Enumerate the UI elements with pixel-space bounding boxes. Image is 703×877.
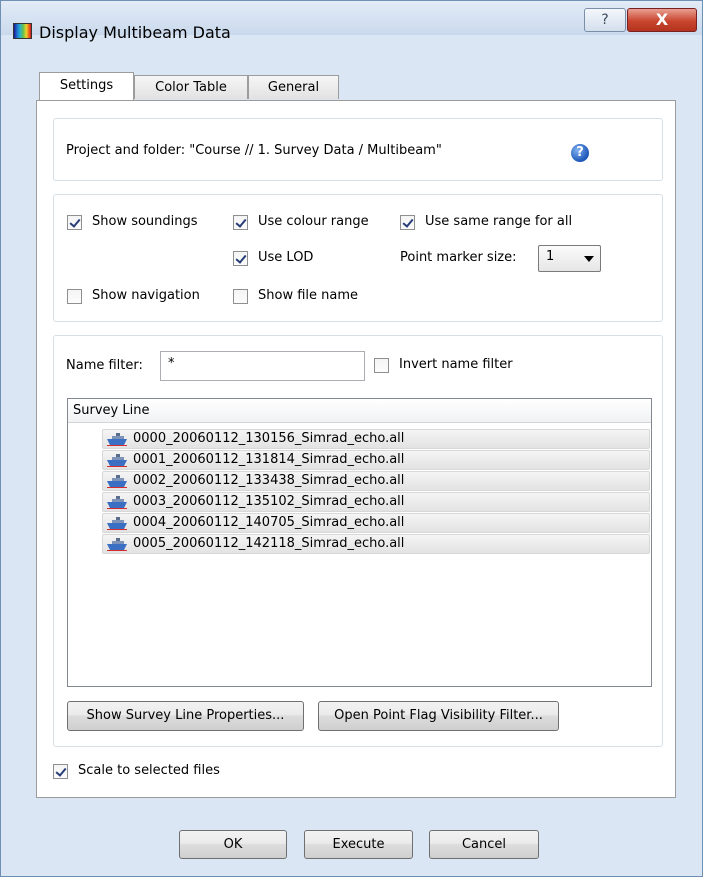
display-options-group: Show soundings Use colour range Use same… <box>53 194 663 322</box>
invert-name-filter-checkbox[interactable] <box>374 358 389 373</box>
show-soundings-checkbox[interactable] <box>67 215 82 230</box>
point-marker-size-label: Point marker size: <box>400 250 517 265</box>
name-filter-input[interactable]: * <box>160 351 365 381</box>
name-filter-value: * <box>168 356 175 371</box>
show-file-name-label: Show file name <box>258 288 359 303</box>
project-folder-group: Project and folder: "Course // 1. Survey… <box>53 118 663 181</box>
survey-line-row[interactable]: 0001_20060112_131814_Simrad_echo.all <box>102 450 650 470</box>
use-colour-range-label: Use colour range <box>258 214 369 229</box>
window-title: Display Multibeam Data <box>39 23 231 42</box>
execute-button[interactable]: Execute <box>304 830 413 859</box>
help-button[interactable]: ? <box>584 8 626 32</box>
survey-line-name: 0000_20060112_130156_Simrad_echo.all <box>133 431 405 446</box>
survey-line-name: 0001_20060112_131814_Simrad_echo.all <box>133 452 405 467</box>
tab-label: General <box>267 80 320 95</box>
question-icon: ? <box>601 12 609 28</box>
survey-line-row[interactable]: 0002_20060112_133438_Simrad_echo.all <box>102 471 650 491</box>
use-same-range-label: Use same range for all <box>425 214 573 229</box>
scale-to-selected-checkbox[interactable] <box>53 764 68 779</box>
survey-lines-group: Name filter: * Invert name filter Survey… <box>53 335 663 747</box>
ship-icon <box>107 454 127 467</box>
show-navigation-label: Show navigation <box>92 288 200 303</box>
survey-line-row[interactable]: 0000_20060112_130156_Simrad_echo.all <box>102 429 650 449</box>
ship-icon <box>107 475 127 488</box>
survey-line-name: 0004_20060112_140705_Simrad_echo.all <box>133 515 405 530</box>
ship-icon <box>107 433 127 446</box>
cancel-button[interactable]: Cancel <box>429 830 539 859</box>
survey-line-row[interactable]: 0005_20060112_142118_Simrad_echo.all <box>102 534 650 554</box>
name-filter-label: Name filter: <box>66 358 143 373</box>
open-point-flag-filter-button[interactable]: Open Point Flag Visibility Filter... <box>318 701 559 731</box>
close-icon: X <box>655 10 669 29</box>
tab-label: Settings <box>59 78 114 93</box>
settings-tab-pane: Project and folder: "Course // 1. Survey… <box>36 100 676 798</box>
close-button[interactable]: X <box>627 8 697 32</box>
tab-settings[interactable]: Settings <box>39 72 134 100</box>
use-colour-range-checkbox[interactable] <box>233 215 248 230</box>
show-survey-line-properties-button[interactable]: Show Survey Line Properties... <box>67 701 304 731</box>
tab-label: Color Table <box>155 80 227 95</box>
chevron-down-icon <box>584 256 594 262</box>
use-lod-label: Use LOD <box>258 250 314 265</box>
ok-button[interactable]: OK <box>179 830 287 859</box>
point-marker-size-select[interactable]: 1 <box>538 245 601 272</box>
use-lod-checkbox[interactable] <box>233 251 248 266</box>
survey-line-name: 0003_20060112_135102_Simrad_echo.all <box>133 494 405 509</box>
survey-line-row[interactable]: 0003_20060112_135102_Simrad_echo.all <box>102 492 650 512</box>
scale-to-selected-label: Scale to selected files <box>78 763 220 778</box>
survey-line-list[interactable]: Survey Line 0000_20060112_130156_Simrad_… <box>67 398 652 687</box>
invert-name-filter-label: Invert name filter <box>399 357 513 372</box>
project-folder-text: Project and folder: "Course // 1. Survey… <box>66 143 442 158</box>
survey-line-column-header[interactable]: Survey Line <box>68 399 651 423</box>
tab-color-table[interactable]: Color Table <box>134 75 248 99</box>
ship-icon <box>107 517 127 530</box>
app-icon <box>13 23 32 39</box>
use-same-range-checkbox[interactable] <box>400 215 415 230</box>
survey-line-row[interactable]: 0004_20060112_140705_Simrad_echo.all <box>102 513 650 533</box>
show-file-name-checkbox[interactable] <box>233 289 248 304</box>
title-bar[interactable]: Display Multibeam Data ? X <box>1 1 702 42</box>
survey-line-name: 0005_20060112_142118_Simrad_echo.all <box>133 536 405 551</box>
ship-icon <box>107 496 127 509</box>
ship-icon <box>107 538 127 551</box>
show-soundings-label: Show soundings <box>92 214 198 229</box>
help-icon[interactable]: ? <box>571 144 589 162</box>
survey-line-name: 0002_20060112_133438_Simrad_echo.all <box>133 473 405 488</box>
column-header-label: Survey Line <box>73 403 150 418</box>
tab-general[interactable]: General <box>248 75 339 99</box>
point-marker-size-value: 1 <box>546 249 555 264</box>
show-navigation-checkbox[interactable] <box>67 289 82 304</box>
